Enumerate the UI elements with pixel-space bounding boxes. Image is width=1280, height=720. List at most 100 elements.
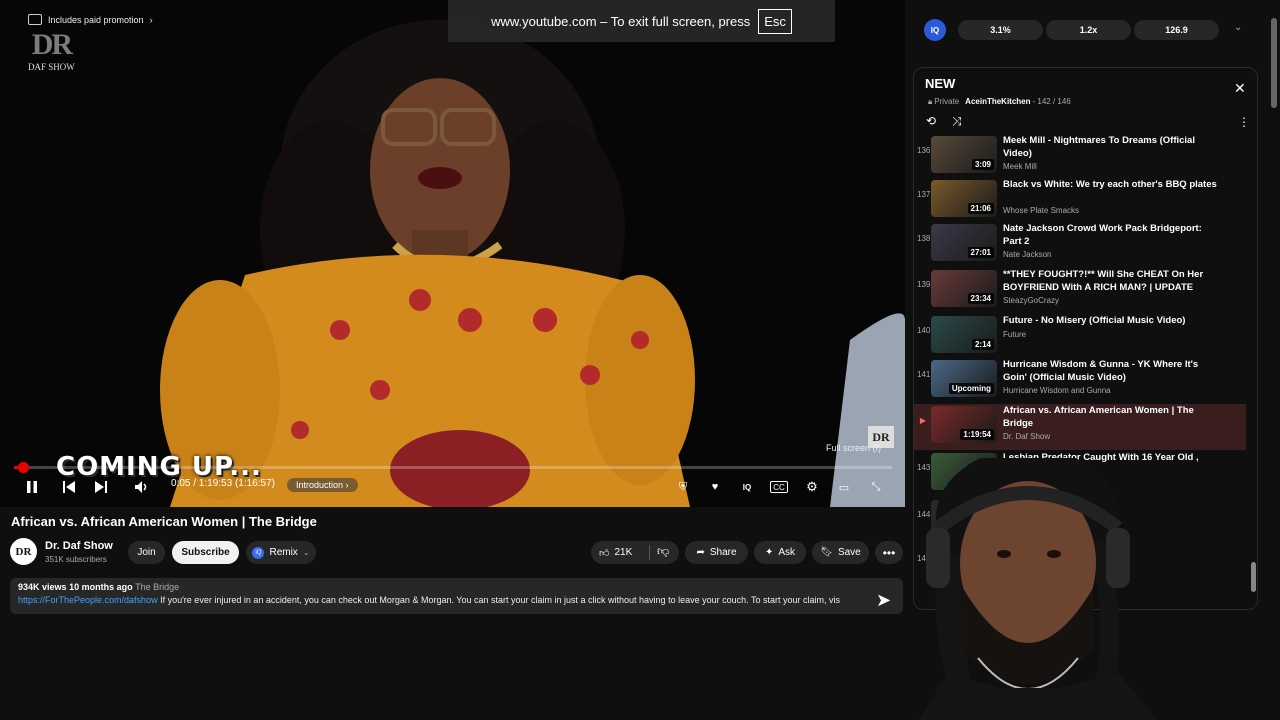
save-button[interactable]: 🔖︎ Save (812, 541, 869, 564)
playlist-item-title[interactable]: African vs. African American Women | The… (1003, 404, 1218, 430)
channel-name[interactable]: Dr. Daf Show (45, 540, 113, 552)
previous-button[interactable] (59, 475, 79, 499)
duration-badge: Upcoming (948, 383, 994, 394)
playlist-item-title[interactable]: Nate Jackson Crowd Work Pack Bridgeport:… (1003, 222, 1218, 248)
bookmark-icon: 🔖︎ (820, 547, 833, 558)
volume-icon (135, 481, 147, 493)
chapter-label: Introduction (296, 480, 344, 490)
playlist-item[interactable]: 138 27:01 Nate Jackson Crowd Work Pack Bri… (914, 222, 1246, 268)
iq-icon: IQ (742, 482, 752, 492)
time-display: 0:05 / 1:19:53 (1:16:57) (171, 478, 275, 489)
video-frame (0, 0, 905, 507)
thumbs-down-icon[interactable]: 👎︎ (657, 544, 669, 559)
volume-button[interactable] (132, 475, 152, 499)
playlist-item-thumbnail[interactable]: 3:09 (931, 136, 997, 173)
theater-icon: ▭ (838, 481, 850, 494)
playlist-item[interactable]: 141 Upcoming Hurricane Wisdom & Gunna - YK… (914, 358, 1246, 404)
channel-avatar[interactable]: DR (10, 538, 37, 565)
playlist-item[interactable]: 136 3:09 Meek Mill - Nightmares To Dreams … (914, 134, 1246, 180)
playlist-item-title[interactable]: Future - No Misery (Official Music Video… (1003, 314, 1218, 327)
shuffle-icon: ⤨ (952, 114, 962, 128)
loop-icon: ⟲ (926, 114, 937, 128)
playlist-item-thumbnail[interactable]: Upcoming (931, 360, 997, 397)
playlist-item-title[interactable]: **THEY FOUGHT?!** Will She CHEAT On Her … (1003, 268, 1218, 294)
playlist-item-thumbnail[interactable]: 27:01 (931, 224, 997, 261)
heart-shield-button[interactable]: ♥ (706, 478, 724, 496)
chevron-right-icon: › (345, 480, 349, 490)
pause-button[interactable] (22, 475, 42, 499)
playlist-item[interactable]: 139 23:34 **THEY FOUGHT?!** Will She CHEAT… (914, 268, 1246, 314)
exit-fullscreen-icon: ⤡ (871, 480, 881, 493)
playlist-item[interactable]: 140 2:14 Future - No Misery (Official Musi… (914, 314, 1246, 360)
chapter-button[interactable]: Introduction › (287, 478, 358, 492)
extension-stat-score[interactable]: 126.9 (1134, 20, 1219, 40)
like-button[interactable]: 👍︎ 21K 👎︎ (591, 541, 679, 564)
join-button[interactable]: Join (128, 541, 165, 564)
loop-button[interactable]: ⟲ (926, 114, 936, 128)
description-box[interactable]: 934K views 10 months ago The Bridge http… (10, 578, 903, 614)
playlist-item-thumbnail[interactable]: 1:19:54 (931, 406, 997, 443)
playlist-item[interactable]: ▶ 1:19:54 African vs. African American Wom… (914, 404, 1246, 450)
description-link[interactable]: https://ForThePeople.com/dafshow (18, 595, 158, 605)
extension-stat-speed[interactable]: 1.2x (1046, 20, 1131, 40)
playlist-item-title[interactable]: Meek Mill - Nightmares To Dreams (Offici… (1003, 134, 1218, 160)
scrollbar-thumb[interactable] (1251, 562, 1256, 592)
playlist-item-index: 138 (917, 234, 931, 243)
playlist-item-thumbnail[interactable]: 21:06 (931, 180, 997, 217)
description-text: If you're ever injured in an accident, y… (157, 595, 840, 605)
subscribe-button[interactable]: Subscribe (172, 541, 239, 564)
duration-badge: 21:06 (967, 203, 994, 214)
exit-fullscreen-button[interactable]: ⤡ (867, 478, 885, 496)
iq-button[interactable]: IQ (738, 478, 756, 496)
playlist-scrollbar[interactable] (1251, 134, 1256, 604)
playlist-item-channel: SteazyGoCrazy (1003, 296, 1060, 305)
sparkle-icon: ✦ (764, 547, 774, 558)
close-playlist-button[interactable]: ✕ (1234, 80, 1246, 97)
mouse-cursor-icon: ➤ (876, 590, 892, 610)
share-icon: ➦ (696, 547, 705, 558)
extension-logo[interactable]: IQ (924, 19, 946, 41)
remix-button[interactable]: iQ Remix ⌄ (246, 541, 316, 564)
video-player[interactable]: Includes paid promotion › DR DAF SHOW CO… (0, 0, 905, 507)
extension-toolbar: IQ 3.1% 1.2x 126.9 ⌄ (916, 10, 1254, 50)
more-actions-button[interactable]: ••• (875, 541, 903, 564)
playlist-item-thumbnail[interactable]: 2:14 (931, 316, 997, 353)
captions-button[interactable]: CC (770, 481, 788, 493)
watermark-logo: DR (31, 28, 73, 61)
description-tag[interactable]: The Bridge (135, 582, 179, 592)
duration-badge: 2:14 (971, 339, 994, 350)
skip-next-icon (95, 481, 107, 493)
watermark-subtitle: DAF SHOW (28, 62, 75, 72)
extension-stat-percent[interactable]: 3.1% (958, 20, 1043, 40)
settings-button[interactable]: ⚙ (803, 478, 821, 496)
page-scrollbar[interactable] (1271, 18, 1277, 108)
ask-button[interactable]: ✦ Ask (754, 541, 806, 564)
share-button[interactable]: ➦ Share (685, 541, 748, 564)
lock-icon: 🔒︎ (928, 97, 933, 106)
playlist-item-title[interactable]: Black vs White: We try each other's BBQ … (1003, 178, 1218, 191)
playlist-menu-button[interactable]: ⋮ (1238, 115, 1250, 129)
playlist-title[interactable]: NEW (925, 76, 955, 91)
fullscreen-tooltip: Full screen (f) (826, 443, 882, 453)
like-count: 21K (614, 547, 633, 558)
close-icon: ✕ (1234, 80, 1246, 96)
playlist-item-thumbnail[interactable]: 23:34 (931, 270, 997, 307)
scrubber-handle[interactable] (18, 462, 29, 473)
playlist-item-title[interactable]: Hurricane Wisdom & Gunna - YK Where It's… (1003, 358, 1218, 384)
next-button[interactable] (91, 475, 111, 499)
fullscreen-toast-text: www.youtube.com – To exit full screen, p… (491, 13, 751, 29)
fullscreen-toast: www.youtube.com – To exit full screen, p… (448, 0, 835, 42)
playlist-item[interactable]: 137 21:06 Black vs White: We try each othe… (914, 178, 1246, 224)
progress-bar[interactable] (14, 462, 892, 473)
shuffle-button[interactable]: ⤨ (952, 114, 962, 129)
sponsor-block-button[interactable]: ⛨ (674, 478, 692, 496)
theater-mode-button[interactable]: ▭ (835, 478, 853, 496)
playlist-meta: 🔒︎ Private AceinTheKitchen - 142 / 146 (928, 97, 1071, 107)
description-line: https://ForThePeople.com/dafshow If you'… (18, 595, 895, 605)
paid-promotion-badge[interactable]: Includes paid promotion › (28, 14, 153, 25)
chevron-down-icon[interactable]: ⌄ (1234, 22, 1242, 33)
duration-badge: 23:34 (967, 293, 994, 304)
playlist-item-index: 140 (917, 326, 931, 335)
posted-date: 10 months ago (69, 582, 133, 592)
playlist-owner[interactable]: AceinTheKitchen (965, 97, 1030, 107)
